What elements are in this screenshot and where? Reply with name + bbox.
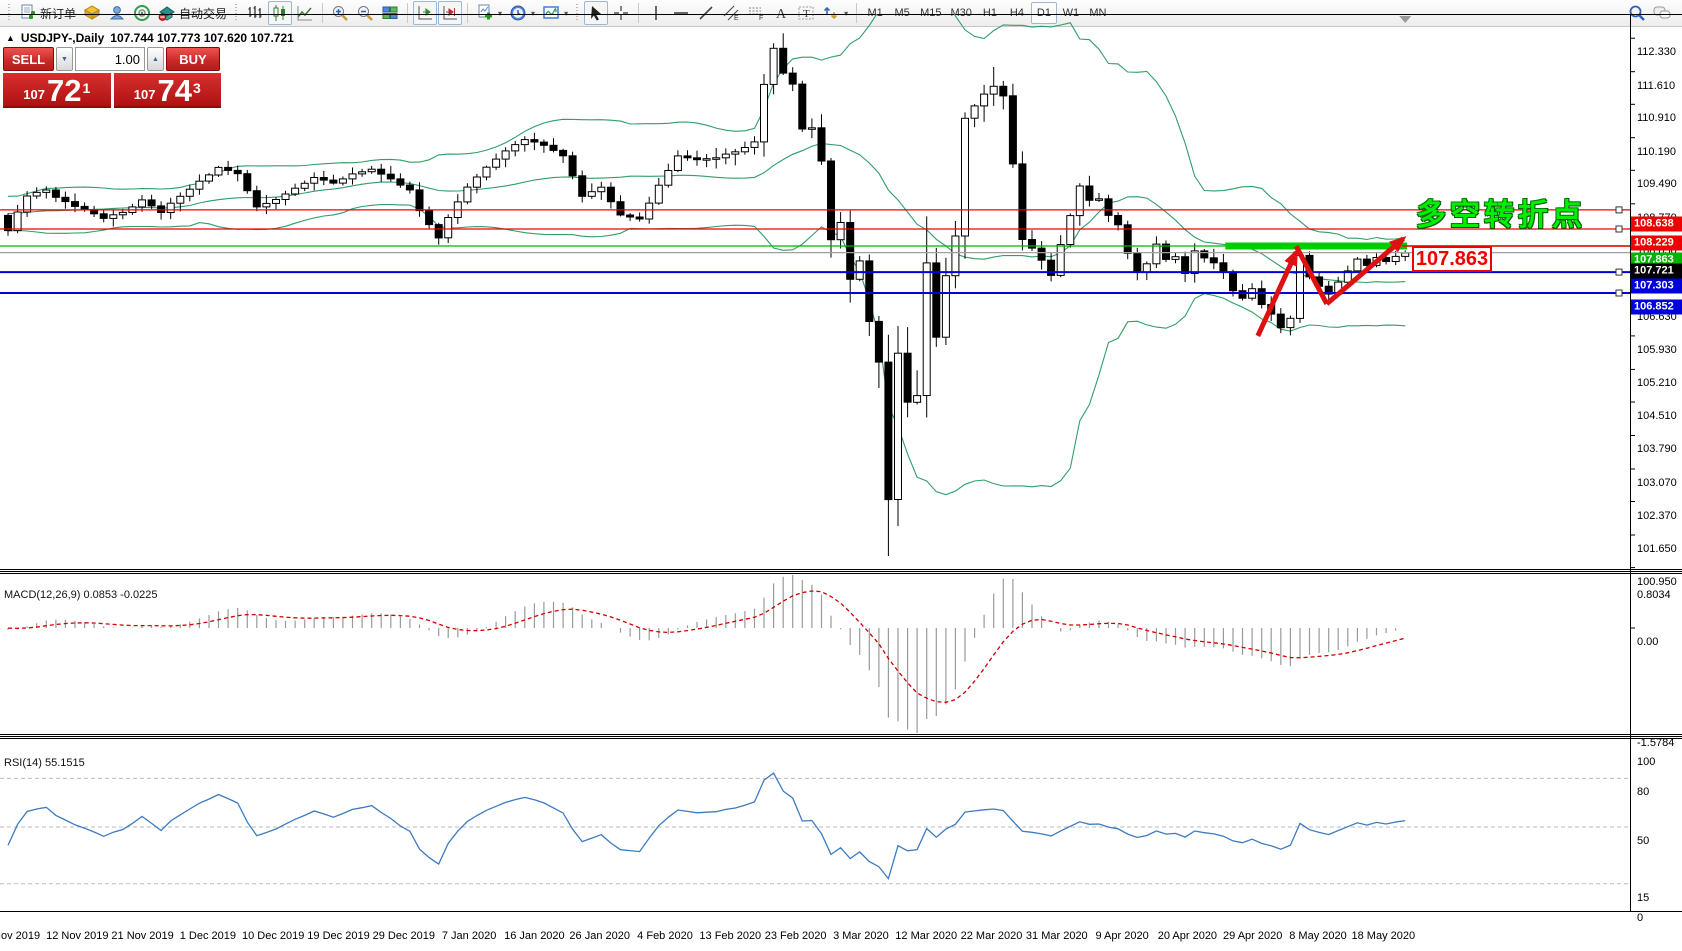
sell-price-big: 72 — [47, 77, 81, 105]
price-callout-label[interactable]: 107.863 — [1412, 246, 1492, 272]
volume-input[interactable] — [75, 47, 145, 71]
buy-price-pip: 3 — [193, 71, 201, 105]
sell-price-pip: 1 — [82, 71, 90, 105]
chart-area[interactable] — [0, 28, 1682, 951]
chart-title: ▲ USDJPY-,Daily 107.744 107.773 107.620 … — [6, 31, 294, 45]
chart-shift-marker[interactable] — [1399, 16, 1411, 23]
symbol-period-label: USDJPY-,Daily — [21, 31, 104, 45]
macd-indicator-label: MACD(12,26,9) 0.0853 -0.0225 — [4, 589, 157, 601]
sell-button[interactable]: SELL — [3, 47, 54, 71]
macd-histogram — [8, 575, 1405, 733]
rsi-line — [8, 773, 1405, 879]
volume-decrease-button[interactable]: ▼ — [56, 47, 73, 71]
turning-point-annotation: 多空转折点 — [1416, 190, 1586, 234]
ohlc-readout: 107.744 107.773 107.620 107.721 — [110, 31, 294, 45]
one-click-toggle-icon[interactable]: ▲ — [6, 33, 15, 43]
rsi-indicator-label: RSI(14) 55.1515 — [4, 757, 85, 769]
macd-signal-line — [8, 591, 1405, 702]
mt4-window: 新订单 自动交易 — [0, 0, 1682, 951]
chart-canvas[interactable] — [0, 0, 1682, 951]
sell-price-display[interactable]: 107 72 1 — [3, 73, 111, 108]
volume-increase-button[interactable]: ▲ — [147, 47, 164, 71]
buy-price-display[interactable]: 107 74 3 — [114, 73, 222, 108]
sell-price-handle: 107 — [23, 85, 45, 105]
buy-price-big: 74 — [157, 77, 191, 105]
buy-button[interactable]: BUY — [166, 47, 220, 71]
support-band[interactable] — [1225, 243, 1407, 250]
buy-price-handle: 107 — [134, 85, 156, 105]
candles-layer — [5, 33, 1409, 556]
one-click-trade-panel: SELL ▼ ▲ BUY 107 72 1 107 74 3 — [3, 47, 221, 108]
